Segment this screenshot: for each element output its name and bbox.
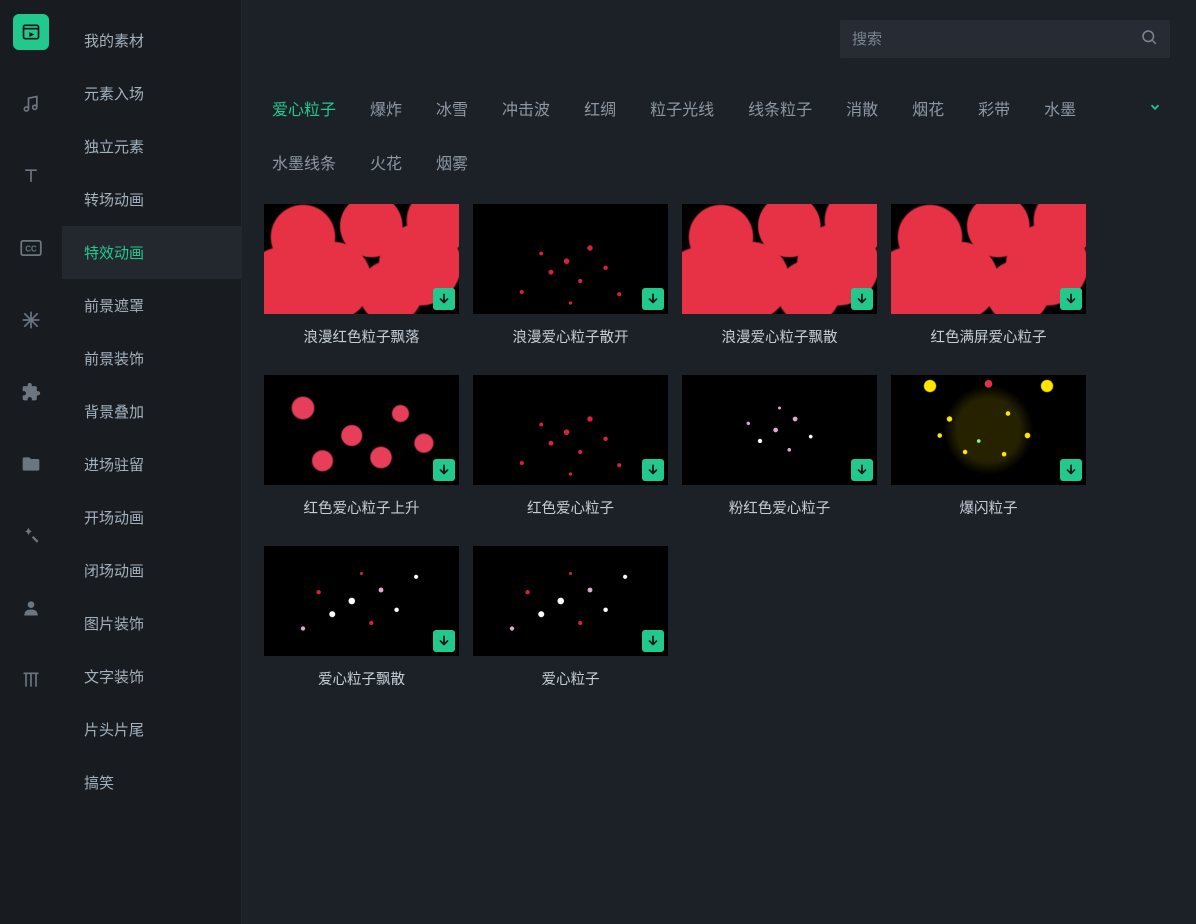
asset-label: 红色爱心粒子 bbox=[473, 485, 668, 518]
download-button[interactable] bbox=[1060, 459, 1082, 481]
filter-tag[interactable]: 烟花 bbox=[912, 96, 944, 120]
sidebar-item[interactable]: 闭场动画 bbox=[62, 544, 241, 597]
sidebar-item[interactable]: 我的素材 bbox=[62, 14, 241, 67]
download-button[interactable] bbox=[642, 630, 664, 652]
asset-card[interactable]: 红色爱心粒子 bbox=[473, 375, 668, 518]
asset-label: 浪漫爱心粒子飘散 bbox=[682, 314, 877, 347]
search-box[interactable] bbox=[840, 20, 1170, 58]
sidebar-item[interactable]: 特效动画 bbox=[62, 226, 241, 279]
asset-card[interactable]: 爱心粒子飘散 bbox=[264, 546, 459, 689]
sidebar-item[interactable]: 开场动画 bbox=[62, 491, 241, 544]
asset-card[interactable]: 浪漫红色粒子飘落 bbox=[264, 204, 459, 347]
pattern-icon[interactable] bbox=[13, 302, 49, 338]
filter-tag[interactable]: 冲击波 bbox=[502, 96, 550, 120]
sidebar-item[interactable]: 文字装饰 bbox=[62, 650, 241, 703]
asset-thumbnail[interactable] bbox=[473, 546, 668, 656]
asset-card[interactable]: 粉红色爱心粒子 bbox=[682, 375, 877, 518]
asset-label: 红色爱心粒子上升 bbox=[264, 485, 459, 518]
filter-tag[interactable]: 水墨线条 bbox=[272, 150, 336, 174]
sidebar-item[interactable]: 元素入场 bbox=[62, 67, 241, 120]
wand-icon[interactable] bbox=[13, 518, 49, 554]
download-button[interactable] bbox=[642, 288, 664, 310]
download-button[interactable] bbox=[851, 288, 873, 310]
person-icon[interactable] bbox=[13, 590, 49, 626]
asset-label: 粉红色爱心粒子 bbox=[682, 485, 877, 518]
paragraph-icon[interactable] bbox=[13, 662, 49, 698]
filter-tag[interactable]: 爆炸 bbox=[370, 96, 402, 120]
download-button[interactable] bbox=[851, 459, 873, 481]
download-button[interactable] bbox=[1060, 288, 1082, 310]
asset-thumbnail[interactable] bbox=[891, 375, 1086, 485]
asset-card[interactable]: 红色爱心粒子上升 bbox=[264, 375, 459, 518]
filter-tag[interactable]: 红绸 bbox=[584, 96, 616, 120]
asset-thumbnail[interactable] bbox=[682, 204, 877, 314]
filter-tag[interactable]: 烟雾 bbox=[436, 150, 468, 174]
category-sidebar: 我的素材元素入场独立元素转场动画特效动画前景遮罩前景装饰背景叠加进场驻留开场动画… bbox=[62, 0, 242, 924]
filter-tag[interactable]: 彩带 bbox=[978, 96, 1010, 120]
asset-label: 浪漫红色粒子飘落 bbox=[264, 314, 459, 347]
sidebar-item[interactable]: 片头片尾 bbox=[62, 703, 241, 756]
sidebar-item[interactable]: 前景装饰 bbox=[62, 332, 241, 385]
main-panel: 爱心粒子 爆炸 冰雪 冲击波 红绸 粒子光线 线条粒子 消散 烟花 彩带 水墨水墨线条 火花 烟雾 浪漫… bbox=[242, 0, 1196, 924]
asset-label: 爆闪粒子 bbox=[891, 485, 1086, 518]
filter-tag[interactable]: 火花 bbox=[370, 150, 402, 174]
sidebar-item[interactable]: 独立元素 bbox=[62, 120, 241, 173]
chevron-down-icon[interactable] bbox=[1148, 100, 1162, 119]
search-input[interactable] bbox=[852, 31, 1140, 48]
folder-icon[interactable] bbox=[13, 446, 49, 482]
tool-iconbar: CC bbox=[0, 0, 62, 924]
download-button[interactable] bbox=[433, 459, 455, 481]
filter-tag[interactable]: 冰雪 bbox=[436, 96, 468, 120]
sidebar-item[interactable]: 转场动画 bbox=[62, 173, 241, 226]
asset-card[interactable]: 爱心粒子 bbox=[473, 546, 668, 689]
filter-tag[interactable]: 消散 bbox=[846, 96, 878, 120]
asset-thumbnail[interactable] bbox=[682, 375, 877, 485]
caption-icon[interactable]: CC bbox=[13, 230, 49, 266]
asset-card[interactable]: 浪漫爱心粒子散开 bbox=[473, 204, 668, 347]
asset-thumbnail[interactable] bbox=[891, 204, 1086, 314]
text-icon[interactable] bbox=[13, 158, 49, 194]
asset-label: 爱心粒子飘散 bbox=[264, 656, 459, 689]
asset-card[interactable]: 红色满屏爱心粒子 bbox=[891, 204, 1086, 347]
sidebar-item[interactable]: 前景遮罩 bbox=[62, 279, 241, 332]
filter-tag[interactable]: 水墨 bbox=[1044, 96, 1076, 120]
asset-label: 红色满屏爱心粒子 bbox=[891, 314, 1086, 347]
topbar bbox=[242, 0, 1196, 78]
filter-tag[interactable]: 线条粒子 bbox=[748, 96, 812, 120]
sidebar-item[interactable]: 进场驻留 bbox=[62, 438, 241, 491]
download-button[interactable] bbox=[642, 459, 664, 481]
media-icon[interactable] bbox=[13, 14, 49, 50]
music-icon[interactable] bbox=[13, 86, 49, 122]
plugin-icon[interactable] bbox=[13, 374, 49, 410]
search-icon[interactable] bbox=[1140, 28, 1158, 51]
asset-grid: 浪漫红色粒子飘落浪漫爱心粒子散开浪漫爱心粒子飘散红色满屏爱心粒子红色爱心粒子上升… bbox=[242, 184, 1196, 709]
download-button[interactable] bbox=[433, 630, 455, 652]
asset-card[interactable]: 爆闪粒子 bbox=[891, 375, 1086, 518]
tag-filter-row: 爱心粒子 爆炸 冰雪 冲击波 红绸 粒子光线 线条粒子 消散 烟花 彩带 水墨水墨线条 火花 烟雾 bbox=[242, 78, 1196, 184]
sidebar-item[interactable]: 图片装饰 bbox=[62, 597, 241, 650]
filter-tag[interactable]: 爱心粒子 bbox=[272, 96, 336, 120]
filter-tag[interactable]: 粒子光线 bbox=[650, 96, 714, 120]
sidebar-item[interactable]: 搞笑 bbox=[62, 756, 241, 809]
asset-thumbnail[interactable] bbox=[264, 204, 459, 314]
asset-label: 爱心粒子 bbox=[473, 656, 668, 689]
asset-thumbnail[interactable] bbox=[473, 375, 668, 485]
download-button[interactable] bbox=[433, 288, 455, 310]
asset-thumbnail[interactable] bbox=[264, 375, 459, 485]
sidebar-item[interactable]: 背景叠加 bbox=[62, 385, 241, 438]
asset-thumbnail[interactable] bbox=[264, 546, 459, 656]
asset-label: 浪漫爱心粒子散开 bbox=[473, 314, 668, 347]
asset-card[interactable]: 浪漫爱心粒子飘散 bbox=[682, 204, 877, 347]
asset-thumbnail[interactable] bbox=[473, 204, 668, 314]
svg-text:CC: CC bbox=[25, 245, 37, 254]
